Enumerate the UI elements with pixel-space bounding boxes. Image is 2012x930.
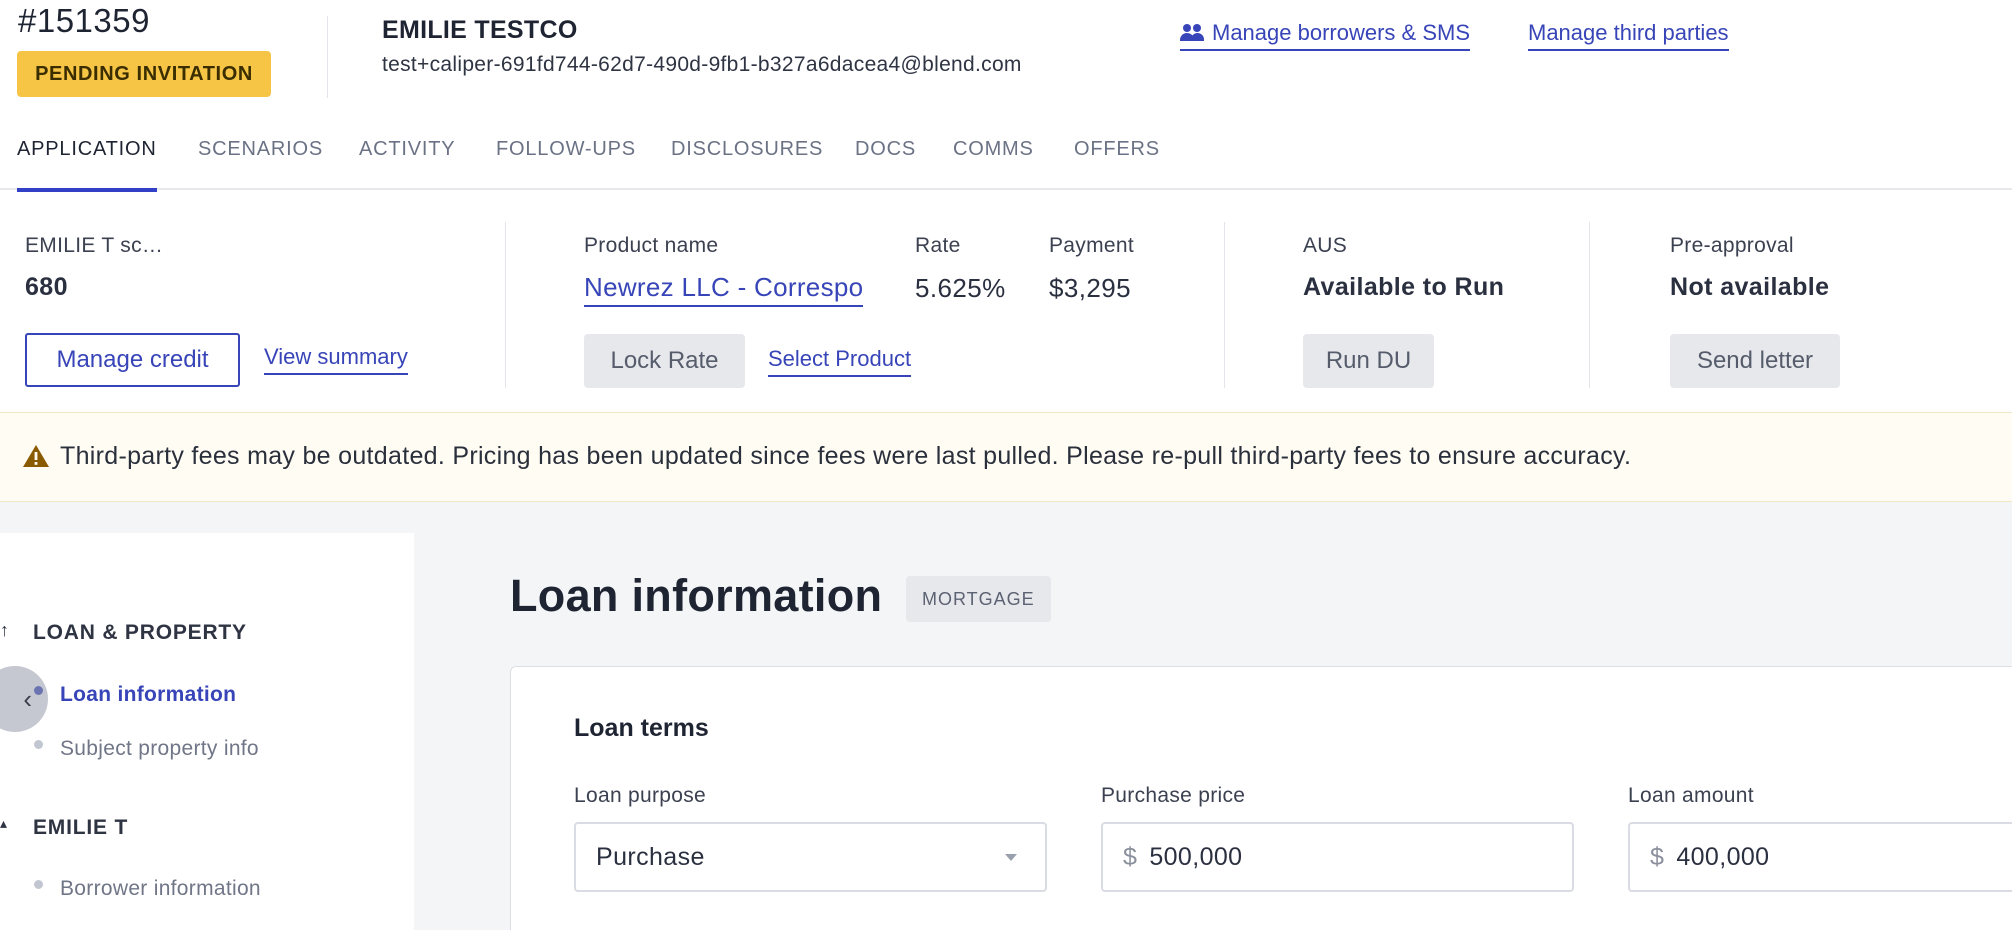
- people-icon: [1180, 24, 1204, 42]
- purchase-price-label: Purchase price: [1101, 784, 1246, 807]
- tab-docs[interactable]: DOCS: [855, 138, 916, 190]
- loan-amount-value: 400,000: [1676, 842, 1770, 871]
- preapproval-label: Pre-approval: [1670, 234, 1794, 257]
- header-divider: [327, 16, 328, 98]
- currency-prefix: $: [1650, 842, 1665, 871]
- rate-label: Rate: [915, 234, 961, 257]
- credit-score-value: 680: [25, 273, 68, 301]
- select-product-link[interactable]: Select Product: [768, 346, 912, 377]
- loan-type-tag: MORTGAGE: [906, 576, 1051, 622]
- caret-down-icon: [1005, 854, 1017, 861]
- lock-rate-button[interactable]: Lock Rate: [584, 334, 745, 388]
- card-title: Loan terms: [574, 714, 709, 742]
- currency-prefix: $: [1123, 842, 1138, 871]
- manage-borrowers-label: Manage borrowers & SMS: [1212, 20, 1470, 45]
- sidebar-item-loan-information[interactable]: Loan information: [60, 683, 236, 707]
- fees-warning-banner: Third-party fees may be outdated. Pricin…: [0, 412, 2012, 502]
- nav-dot: [34, 880, 43, 889]
- section-sidebar: [0, 533, 414, 930]
- sidebar-section-emilie-t[interactable]: EMILIE T: [33, 816, 128, 840]
- section-marker: ▴: [0, 815, 8, 831]
- tab-offers[interactable]: OFFERS: [1074, 138, 1160, 190]
- loan-purpose-select[interactable]: Purchase: [574, 822, 1047, 892]
- manage-third-parties-label: Manage third parties: [1528, 20, 1729, 45]
- tab-comms[interactable]: COMMS: [953, 138, 1034, 190]
- preapproval-value: Not available: [1670, 273, 1830, 301]
- tab-activity[interactable]: ACTIVITY: [359, 138, 455, 190]
- borrower-name: EMILIE TESTCO: [382, 16, 578, 44]
- sidebar-section-loan-property[interactable]: LOAN & PROPERTY: [33, 621, 247, 645]
- summary-divider: [505, 222, 506, 388]
- nav-dot: [34, 740, 43, 749]
- summary-divider: [1224, 222, 1225, 388]
- purchase-price-value: 500,000: [1149, 842, 1243, 871]
- section-marker: ↑: [0, 620, 9, 640]
- manage-borrowers-link[interactable]: Manage borrowers & SMS: [1180, 20, 1470, 51]
- chevron-left-icon: ‹: [23, 683, 32, 714]
- rate-value: 5.625%: [915, 273, 1006, 303]
- payment-value: $3,295: [1049, 273, 1131, 303]
- aus-label: AUS: [1303, 234, 1348, 257]
- view-summary-link[interactable]: View summary: [264, 344, 408, 375]
- loan-purpose-value: Purchase: [596, 842, 705, 871]
- credit-score-label: EMILIE T sc…: [25, 234, 164, 257]
- warning-triangle-icon: [23, 445, 49, 467]
- run-du-button[interactable]: Run DU: [1303, 334, 1434, 388]
- loan-amount-label: Loan amount: [1628, 784, 1754, 807]
- loan-purpose-label: Loan purpose: [574, 784, 707, 807]
- sidebar-item-subject-property-info[interactable]: Subject property info: [60, 737, 259, 761]
- tab-follow-ups[interactable]: FOLLOW-UPS: [496, 138, 636, 190]
- payment-label: Payment: [1049, 234, 1134, 257]
- loan-amount-input[interactable]: $ 400,000: [1628, 822, 2012, 892]
- purchase-price-input[interactable]: $ 500,000: [1101, 822, 1574, 892]
- sidebar-item-borrower-information[interactable]: Borrower information: [60, 877, 261, 901]
- tab-bar: APPLICATION SCENARIOS ACTIVITY FOLLOW-UP…: [0, 130, 2012, 196]
- manage-credit-button[interactable]: Manage credit: [25, 333, 240, 387]
- product-name-link[interactable]: Newrez LLC - Correspo: [584, 272, 864, 307]
- loan-id: #151359: [18, 2, 150, 39]
- send-letter-button[interactable]: Send letter: [1670, 334, 1840, 388]
- tab-scenarios[interactable]: SCENARIOS: [198, 138, 323, 190]
- manage-third-parties-link[interactable]: Manage third parties: [1528, 20, 1729, 51]
- product-name-label: Product name: [584, 234, 719, 257]
- tab-application[interactable]: APPLICATION: [17, 138, 157, 196]
- summary-divider: [1589, 222, 1590, 388]
- borrower-email: test+caliper-691fd744-62d7-490d-9fb1-b32…: [382, 53, 1022, 76]
- page-title: Loan information: [510, 570, 883, 621]
- tab-disclosures[interactable]: DISCLOSURES: [671, 138, 823, 190]
- status-badge: PENDING INVITATION: [17, 51, 271, 97]
- warning-text: Third-party fees may be outdated. Pricin…: [60, 442, 1632, 470]
- aus-value: Available to Run: [1303, 273, 1505, 301]
